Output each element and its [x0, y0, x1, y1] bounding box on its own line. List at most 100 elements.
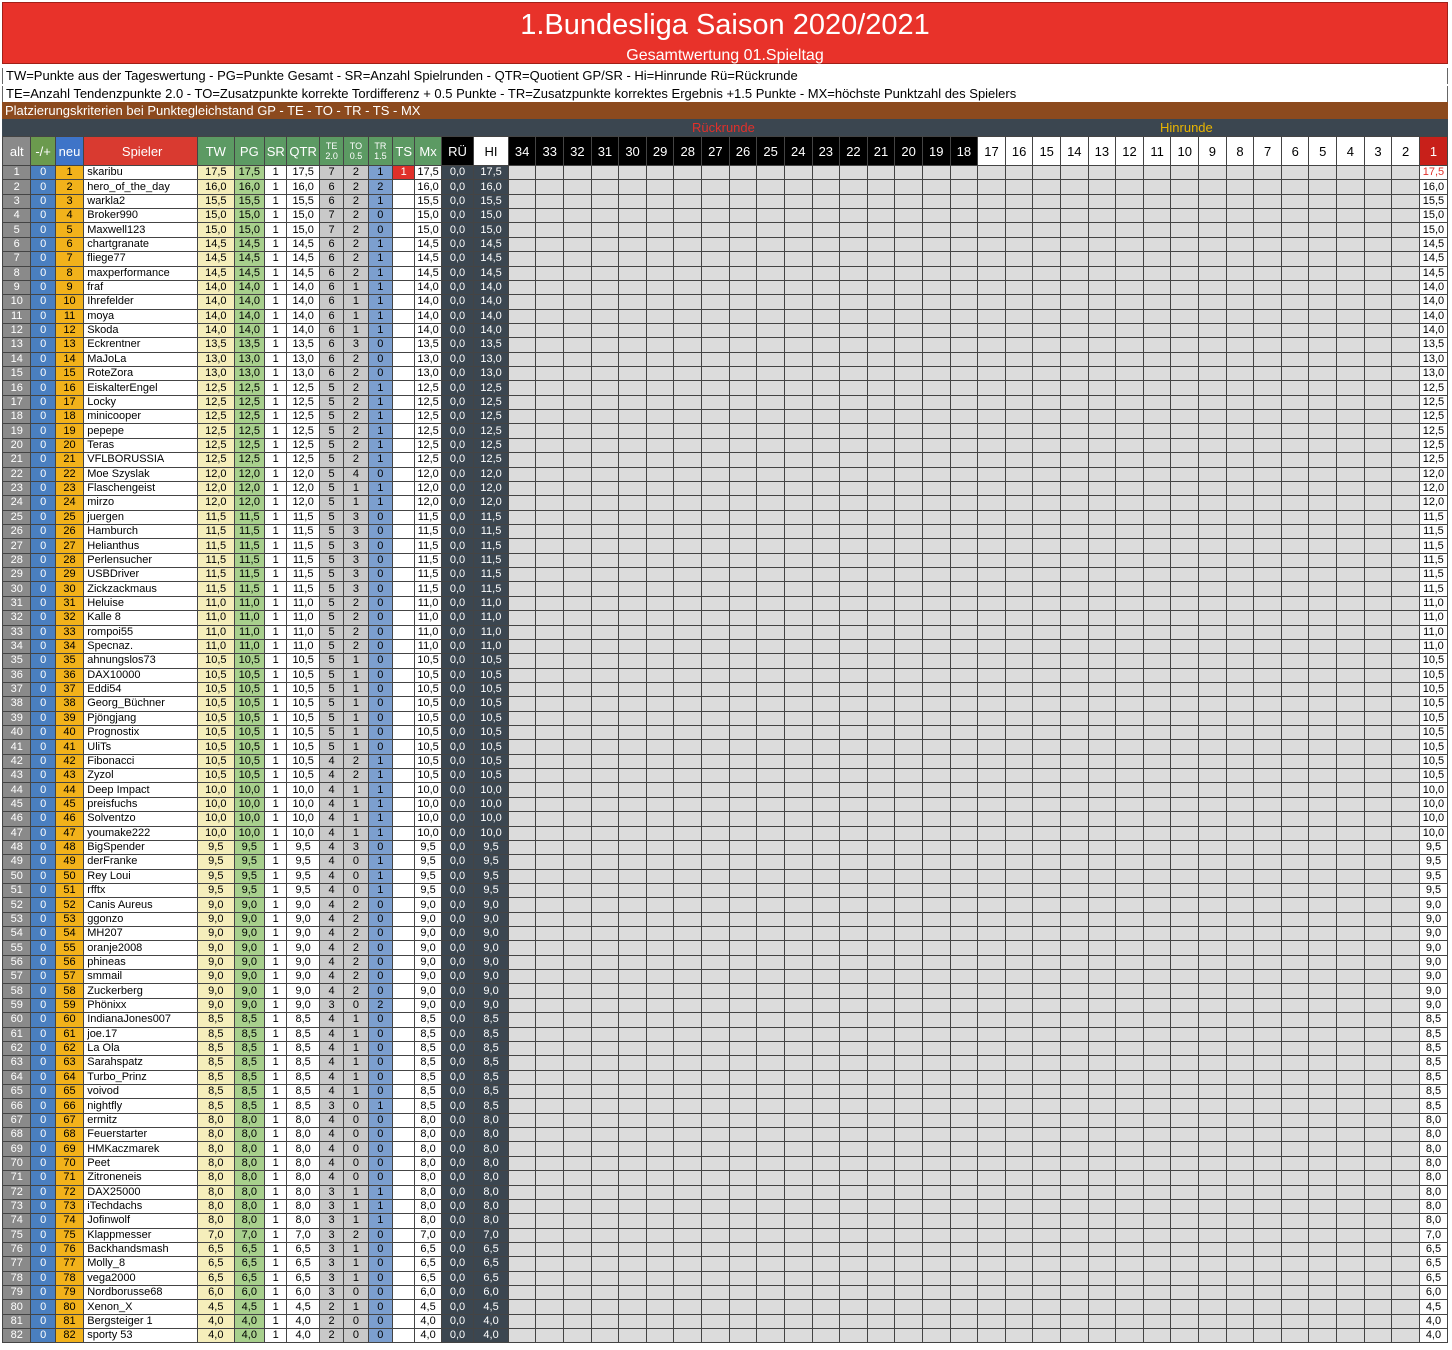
result-points-cell: 0	[367, 552, 394, 569]
round-empty-cell	[590, 725, 620, 741]
round-empty-cell	[673, 1198, 703, 1215]
day-points-cell: 10,0	[197, 796, 235, 813]
round-empty-cell	[1336, 538, 1365, 554]
round-empty-cell	[1198, 423, 1227, 439]
round-empty-cell	[894, 265, 923, 281]
round-empty-cell	[728, 1098, 758, 1114]
rounds-played-cell: 1	[264, 236, 288, 253]
round-empty-cell	[1004, 1155, 1034, 1172]
round-empty-cell	[894, 366, 923, 382]
round-empty-cell	[1170, 782, 1200, 798]
round-empty-cell	[921, 1270, 951, 1287]
round-empty-cell	[1391, 1328, 1420, 1344]
round-empty-cell	[1363, 394, 1393, 411]
col-header-hi: HI	[473, 136, 509, 166]
round-empty-cell	[673, 193, 703, 210]
round-empty-cell	[1280, 983, 1310, 999]
round-empty-cell	[1336, 681, 1365, 698]
round-empty-cell	[645, 164, 675, 181]
round-empty-cell	[949, 1083, 979, 1100]
round-empty-cell	[590, 1141, 620, 1157]
round-empty-cell	[783, 552, 813, 569]
round-empty-cell	[1142, 322, 1172, 339]
day-wins-cell	[392, 725, 416, 741]
round-empty-cell	[783, 452, 813, 468]
round-empty-cell	[1142, 667, 1172, 683]
round-empty-cell	[563, 366, 592, 382]
round-empty-cell	[949, 595, 979, 612]
round-empty-cell	[1115, 538, 1144, 554]
round-empty-cell	[1198, 1155, 1227, 1172]
round-empty-cell	[866, 394, 896, 411]
round-empty-cell	[1142, 279, 1172, 296]
tendency-points-cell: 4	[318, 1026, 345, 1042]
round-empty-cell	[949, 179, 979, 195]
rounds-played-cell: 1	[264, 897, 288, 913]
day-points-cell: 9,5	[197, 868, 235, 884]
round-empty-cell	[1004, 1227, 1034, 1243]
round-empty-cell	[701, 1328, 730, 1344]
tendency-points-cell: 5	[318, 538, 345, 554]
round-empty-cell	[1198, 495, 1227, 511]
tendency-points-cell: 3	[318, 1198, 345, 1215]
round-empty-cell	[1170, 653, 1200, 669]
rank-new-cell: 15	[54, 366, 85, 382]
round-empty-cell	[1004, 394, 1034, 411]
round-empty-cell	[673, 1112, 703, 1129]
round-empty-cell	[701, 366, 730, 382]
rank-change-cell: 0	[30, 236, 56, 253]
round-empty-cell	[811, 1313, 841, 1330]
round-empty-cell	[1142, 552, 1172, 569]
round-empty-cell	[783, 782, 813, 798]
rank-new-cell: 30	[54, 581, 85, 597]
round-empty-cell	[618, 1256, 647, 1272]
round-empty-cell	[1060, 954, 1089, 971]
round-empty-cell	[811, 940, 841, 956]
result-points-cell: 0	[367, 1270, 394, 1287]
round-empty-cell	[535, 610, 565, 626]
round-empty-cell	[866, 854, 896, 870]
round-empty-cell	[535, 581, 565, 597]
round-empty-cell	[811, 164, 841, 181]
hinrunde-points-cell: 10,5	[473, 739, 509, 755]
round-empty-cell	[701, 969, 730, 985]
round-empty-cell	[645, 581, 675, 597]
max-points-cell: 12,5	[414, 394, 442, 411]
round-empty-cell	[1032, 782, 1061, 798]
round-empty-cell	[590, 839, 620, 856]
table-row: 81 0 81 Bergsteiger 1 4,0 4,0 1 4,0 2 0 0 4,0 0,0 4,0…	[1, 1313, 1449, 1330]
round-empty-cell	[977, 610, 1006, 626]
round-empty-cell	[563, 926, 592, 942]
rank-new-cell: 20	[54, 437, 85, 454]
round-empty-cell	[1280, 1155, 1310, 1172]
round-empty-cell	[1198, 839, 1227, 856]
round-empty-cell	[507, 940, 537, 956]
round-empty-cell	[811, 1112, 841, 1129]
tendency-points-cell: 3	[318, 1256, 345, 1272]
round-empty-cell	[1280, 480, 1310, 497]
round-empty-cell	[866, 208, 896, 224]
round-empty-cell	[1032, 997, 1061, 1014]
col-header-round-4: 4	[1336, 136, 1365, 166]
round-empty-cell	[673, 1083, 703, 1100]
rank-old-cell: 34	[1, 638, 32, 655]
player-name-cell: rfftx	[83, 882, 199, 899]
round-empty-cell	[535, 567, 565, 583]
round-empty-cell	[1225, 366, 1255, 382]
round-empty-cell	[949, 653, 979, 669]
round-empty-cell	[1391, 983, 1420, 999]
rank-change-cell: 0	[30, 653, 56, 669]
round-empty-cell	[1004, 1112, 1034, 1129]
round-empty-cell	[949, 1112, 979, 1129]
round-empty-cell	[1142, 480, 1172, 497]
day-points-cell: 15,0	[197, 208, 235, 224]
rank-new-cell: 27	[54, 538, 85, 554]
round-empty-cell	[921, 811, 951, 827]
round-empty-cell	[1253, 653, 1282, 669]
total-points-cell: 8,0	[233, 1170, 266, 1186]
rounds-played-cell: 1	[264, 538, 288, 554]
round-empty-cell	[1280, 782, 1310, 798]
round-empty-cell	[756, 480, 785, 497]
round-empty-cell	[1198, 1012, 1227, 1028]
round-empty-cell	[866, 868, 896, 884]
